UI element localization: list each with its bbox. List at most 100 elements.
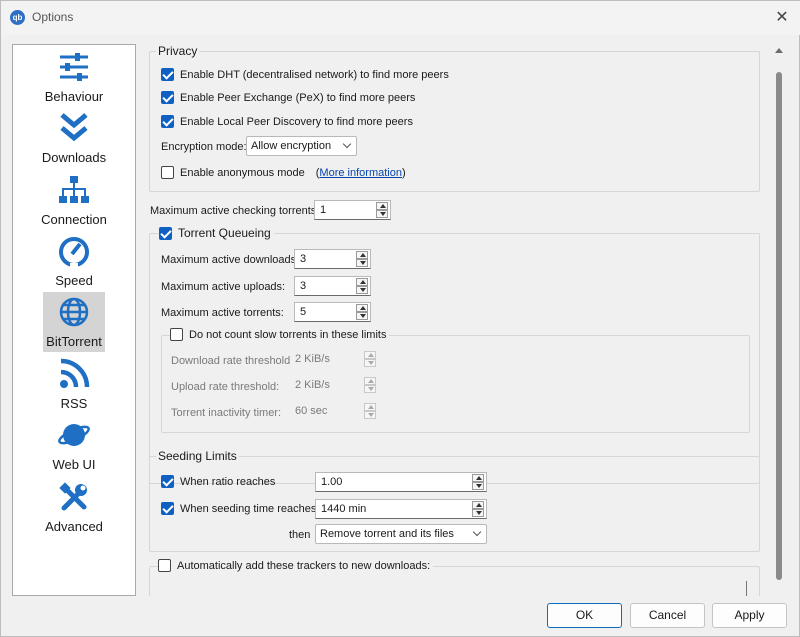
sidebar-item-webui[interactable]: Web UI [43, 415, 105, 475]
apply-button[interactable]: Apply [712, 603, 787, 628]
pex-checkbox[interactable]: Enable Peer Exchange (PeX) to find more … [161, 91, 415, 104]
sidebar-item-label: Downloads [41, 150, 107, 165]
cancel-button[interactable]: Cancel [630, 603, 705, 628]
ratio-value: 1.00 [321, 476, 343, 488]
encryption-mode-select[interactable]: Allow encryption [246, 136, 357, 156]
speedometer-icon [59, 237, 89, 267]
vertical-scrollbar[interactable] [772, 44, 786, 596]
slow-torrents-checkbox[interactable]: Do not count slow torrents in these limi… [170, 328, 390, 341]
anonymous-mode-checkbox[interactable]: Enable anonymous mode (More information) [161, 166, 406, 179]
trackers-checkbox[interactable]: Automatically add these trackers to new … [158, 559, 434, 572]
spin-buttons[interactable] [364, 377, 376, 393]
spin-up-icon[interactable] [364, 351, 376, 359]
then-label: then [289, 529, 311, 541]
spin-down-icon[interactable] [356, 286, 368, 294]
ratio-label: When ratio reaches [180, 475, 276, 488]
spin-down-icon[interactable] [356, 259, 368, 267]
close-icon[interactable]: ✕ [771, 7, 793, 29]
seeding-time-checkbox[interactable]: When seeding time reaches [161, 502, 316, 515]
inactivity-timer-spinbox[interactable]: 60 sec [290, 402, 378, 422]
seeding-action-select[interactable]: Remove torrent and its files [315, 524, 487, 544]
tools-icon [59, 482, 87, 511]
more-info-paren-close: ) [401, 166, 406, 179]
chevron-down-icon [342, 139, 352, 149]
seeding-time-spinbox[interactable]: 1440 min [315, 499, 487, 519]
ratio-spinbox[interactable]: 1.00 [315, 472, 487, 492]
sidebar-item-label: Advanced [45, 519, 103, 534]
spin-up-icon[interactable] [472, 501, 484, 509]
spin-down-icon[interactable] [364, 411, 376, 419]
spin-up-icon[interactable] [356, 251, 368, 259]
spin-buttons[interactable] [356, 278, 368, 294]
spin-buttons[interactable] [356, 251, 368, 267]
spin-down-icon[interactable] [472, 482, 484, 490]
spin-down-icon[interactable] [376, 210, 388, 218]
spin-buttons[interactable] [356, 304, 368, 320]
upload-threshold-value: 2 KiB/s [295, 379, 330, 391]
privacy-group-title: Privacy [156, 44, 200, 58]
scroll-up-icon[interactable] [775, 48, 783, 53]
globe-icon [59, 297, 89, 327]
spin-up-icon[interactable] [356, 304, 368, 312]
checkbox-checked[interactable] [161, 502, 174, 515]
spin-up-icon[interactable] [364, 377, 376, 385]
spin-down-icon[interactable] [364, 359, 376, 367]
sidebar-item-rss[interactable]: RSS [43, 354, 105, 414]
scroll-thumb[interactable] [776, 72, 782, 580]
max-downloads-label: Maximum active downloads: [161, 254, 300, 266]
max-torrents-spinbox[interactable]: 5 [294, 302, 371, 322]
checkbox-checked[interactable] [161, 115, 174, 128]
checkbox-unchecked[interactable] [158, 559, 171, 572]
spin-up-icon[interactable] [356, 278, 368, 286]
sidebar-item-speed[interactable]: Speed [43, 231, 105, 291]
double-chevron-down-icon [60, 113, 88, 142]
chevron-down-icon [472, 527, 482, 537]
spin-down-icon[interactable] [472, 509, 484, 517]
checkbox-unchecked[interactable] [170, 328, 183, 341]
slow-torrents-label: Do not count slow torrents in these limi… [189, 328, 387, 341]
trackers-textarea-edge [746, 581, 747, 596]
upload-threshold-spinbox[interactable]: 2 KiB/s [290, 376, 378, 396]
max-downloads-spinbox[interactable]: 3 [294, 249, 371, 269]
checkbox-checked[interactable] [161, 91, 174, 104]
dht-checkbox[interactable]: Enable DHT (decentralised network) to fi… [161, 68, 449, 81]
torrent-queueing-checkbox[interactable]: Torrent Queueing [159, 226, 274, 240]
sidebar-item-advanced[interactable]: Advanced [43, 477, 105, 537]
checkbox-checked[interactable] [161, 68, 174, 81]
download-threshold-spinbox[interactable]: 2 KiB/s [290, 350, 378, 370]
encryption-mode-label: Encryption mode: [161, 141, 247, 153]
ratio-checkbox[interactable]: When ratio reaches [161, 475, 275, 488]
torrent-queueing-label: Torrent Queueing [178, 226, 271, 240]
lpd-label: Enable Local Peer Discovery to find more… [180, 115, 413, 128]
encryption-mode-value: Allow encryption [251, 140, 332, 152]
planet-icon [58, 424, 90, 446]
max-checking-spinbox[interactable]: 1 [314, 200, 391, 220]
sidebar-item-bittorrent[interactable]: BitTorrent [43, 292, 105, 352]
spin-up-icon[interactable] [472, 474, 484, 482]
spin-buttons[interactable] [472, 501, 484, 517]
lpd-checkbox[interactable]: Enable Local Peer Discovery to find more… [161, 115, 413, 128]
sidebar-item-label: Web UI [52, 457, 96, 472]
ok-button[interactable]: OK [547, 603, 622, 628]
more-information-link[interactable]: More information [319, 167, 402, 179]
max-torrents-value: 5 [300, 306, 307, 318]
max-checking-value: 1 [320, 204, 327, 216]
checkbox-checked[interactable] [161, 475, 174, 488]
download-threshold-value: 2 KiB/s [295, 353, 330, 365]
spin-up-icon[interactable] [364, 403, 376, 411]
sidebar-item-downloads[interactable]: Downloads [42, 108, 106, 168]
spin-buttons[interactable] [376, 202, 388, 218]
checkbox-checked[interactable] [159, 226, 172, 240]
spin-buttons[interactable] [364, 351, 376, 367]
sidebar-item-label: Speed [55, 273, 93, 288]
checkbox-unchecked[interactable] [161, 166, 174, 179]
spin-down-icon[interactable] [356, 312, 368, 320]
spin-down-icon[interactable] [364, 385, 376, 393]
network-tree-icon [59, 176, 89, 203]
sidebar-item-connection[interactable]: Connection [41, 170, 107, 230]
spin-up-icon[interactable] [376, 202, 388, 210]
spin-buttons[interactable] [364, 403, 376, 419]
spin-buttons[interactable] [472, 474, 484, 490]
sidebar-item-behaviour[interactable]: Behaviour [43, 47, 105, 107]
max-uploads-spinbox[interactable]: 3 [294, 276, 371, 296]
